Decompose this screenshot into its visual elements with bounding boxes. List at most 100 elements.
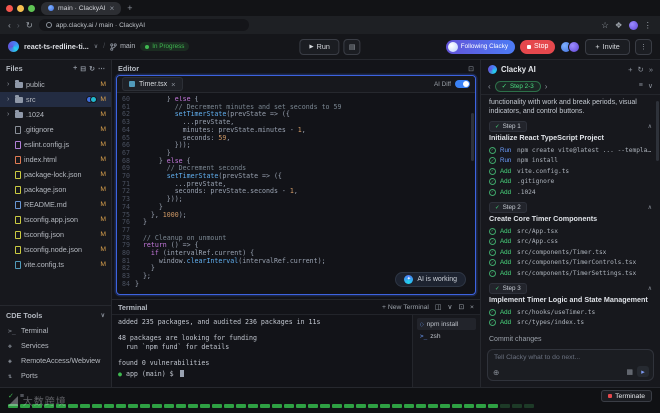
cde-tool-services[interactable]: ❖ Services [0,338,111,353]
stop-button[interactable]: Stop [520,39,556,54]
terminal-chevron-icon[interactable]: ∨ [447,303,452,311]
following-clacky-pill[interactable]: Following Clacky [445,39,516,54]
invite-button[interactable]: + Invite [585,38,630,55]
check-icon: ✓ [501,82,507,90]
back-icon[interactable]: ‹ [8,21,11,30]
progress-segment [440,404,450,408]
chevron-down-icon[interactable]: ∨ [648,82,653,90]
minimize-window-button[interactable] [17,4,24,12]
step-header[interactable]: ✓ Step 2 ∧ [489,202,652,214]
file-row-eslint.config.js[interactable]: eslint.config.js M [0,137,111,152]
file-row-package-lock.json[interactable]: package-lock.json M [0,167,111,182]
file-row-tsconfig.app.json[interactable]: tsconfig.app.json M [0,212,111,227]
file-row-index.html[interactable]: index.html M [0,152,111,167]
step-header[interactable]: ✓ Step 1 ∧ [489,121,652,133]
close-tab-icon[interactable]: × [171,80,175,89]
browser-menu-icon[interactable]: ⋮ [644,21,653,30]
new-file-icon[interactable]: + [73,65,77,73]
file-row-.gitignore[interactable]: .gitignore M [0,122,111,137]
browser-profile-avatar[interactable] [628,20,638,30]
step-header[interactable]: ✓ Step 3 ∧ [489,283,652,295]
file-row-src[interactable]: › src M [0,92,111,107]
maximize-window-button[interactable] [28,4,35,12]
step-item[interactable]: ✓ Add src/types/index.ts [489,317,652,328]
code-content[interactable]: } else { // Decrement minutes and set se… [135,96,475,294]
step-item[interactable]: ✓ Add .1024 [489,187,652,198]
check-icon: ✓ [495,204,500,211]
step-item[interactable]: ✓ Add src/App.css [489,236,652,247]
step-item[interactable]: ✓ Add src/hooks/useTimer.ts [489,307,652,318]
step-item[interactable]: ✓ Add src/App.tsx [489,226,652,237]
step-item[interactable]: ✓ Add src/components/TimerControls.tsx [489,257,652,268]
file-row-tsconfig.json[interactable]: tsconfig.json M [0,227,111,242]
run-config-button[interactable]: ▤ [343,38,361,55]
split-terminal-icon[interactable]: ◫ [435,303,441,311]
cde-tools-header[interactable]: CDE Tools ∨ [0,308,111,323]
step-range-badge[interactable]: ✓ Step 2-3 [494,80,541,92]
chevron-down-icon[interactable]: ∨ [94,43,98,50]
next-step-icon[interactable]: › [545,82,548,91]
chevron-up-icon[interactable]: ∧ [648,204,652,211]
collapse-panel-icon[interactable]: » [649,65,653,74]
file-row-vite.config.ts[interactable]: vite.config.ts M [0,257,111,272]
refresh-icon[interactable]: ↻ [26,21,33,30]
grid-icon[interactable]: ▦ [626,368,633,376]
ai-diff-toggle[interactable] [455,80,470,88]
maximize-terminal-icon[interactable]: ⊡ [458,303,464,311]
editor-tab-timer[interactable]: Timer.tsx × [122,77,183,91]
url-field[interactable]: app.clacky.ai / main · ClackyAI [38,19,249,31]
editor-scrollbar[interactable] [471,113,474,161]
tab-close-icon[interactable]: × [110,4,115,13]
more-menu-button[interactable]: ⋮ [634,38,652,55]
step-item[interactable]: ✓ Add src/components/TimerSettings.tsx [489,268,652,279]
file-row-public[interactable]: › public M [0,77,111,92]
history-icon[interactable]: ↻ [638,65,644,74]
close-window-button[interactable] [6,4,13,12]
file-row-tsconfig.node.json[interactable]: tsconfig.node.json M [0,242,111,257]
browser-tab[interactable]: main · ClackyAI × [41,1,122,15]
bookmark-star-icon[interactable]: ☆ [601,21,609,30]
commit-changes-button[interactable]: Commit changes [489,336,542,343]
new-terminal-button[interactable]: + New Terminal [382,304,429,311]
collapse-all-icon[interactable]: ⊟ [80,65,86,73]
terminal-output-wrap[interactable]: added 235 packages, and audited 236 pack… [112,315,412,387]
step-item[interactable]: ✓ Add src/components/Timer.tsx [489,247,652,258]
assistant-scrollbar[interactable] [656,101,659,161]
branch-selector[interactable]: main [110,42,135,51]
step-item[interactable]: ✓ Add .gitignore [489,176,652,187]
send-button[interactable]: ▸ [637,366,649,377]
new-thread-icon[interactable]: + [628,65,632,74]
close-terminal-icon[interactable]: × [470,304,474,311]
list-icon[interactable]: ≡ [639,82,643,90]
step-item[interactable]: ✓ Add vite.config.ts [489,166,652,177]
terminal-session-1[interactable]: ◌ npm install [417,318,476,330]
step-item[interactable]: ✓ Run npm create vite@latest ... --templat… [489,145,652,156]
chevron-up-icon[interactable]: ∧ [648,285,652,292]
assistant-input[interactable] [494,354,647,361]
file-row-README.md[interactable]: README.md M [0,197,111,212]
step-item[interactable]: ✓ Run npm install [489,155,652,166]
cde-tool-remoteaccess-webview[interactable]: ◈ RemoteAccess/Webview [0,353,111,368]
project-name[interactable]: react-ts-redline-ti... [24,42,89,51]
clacky-logo-icon[interactable] [8,41,19,52]
new-tab-button[interactable]: + [127,3,132,13]
cde-tool-terminal[interactable]: >_ Terminal [0,323,111,338]
refresh-icon[interactable]: ↻ [89,65,95,73]
forward-icon[interactable]: › [17,21,20,30]
cde-tools-title: CDE Tools [6,311,43,320]
user-avatar[interactable] [568,40,581,53]
terminate-button[interactable]: Terminate [601,390,652,402]
chevron-up-icon[interactable]: ∧ [648,123,652,130]
more-icon[interactable]: ⋯ [98,65,105,73]
expand-editor-icon[interactable]: ⊡ [468,65,474,73]
cde-tool-ports[interactable]: ⇅ Ports [0,368,111,383]
extensions-icon[interactable]: ❖ [615,21,623,30]
site-info-icon[interactable] [45,22,52,28]
attach-icon[interactable]: ⊕ [493,368,499,377]
run-button[interactable]: ▶ Run [299,38,340,55]
file-row-.1024[interactable]: › .1024 M [0,107,111,122]
prev-step-icon[interactable]: ‹ [488,82,491,91]
terminal-prompt[interactable]: ● app (main) $ [112,370,412,378]
terminal-session-2[interactable]: >_ zsh [417,330,476,342]
file-row-package.json[interactable]: package.json M [0,182,111,197]
